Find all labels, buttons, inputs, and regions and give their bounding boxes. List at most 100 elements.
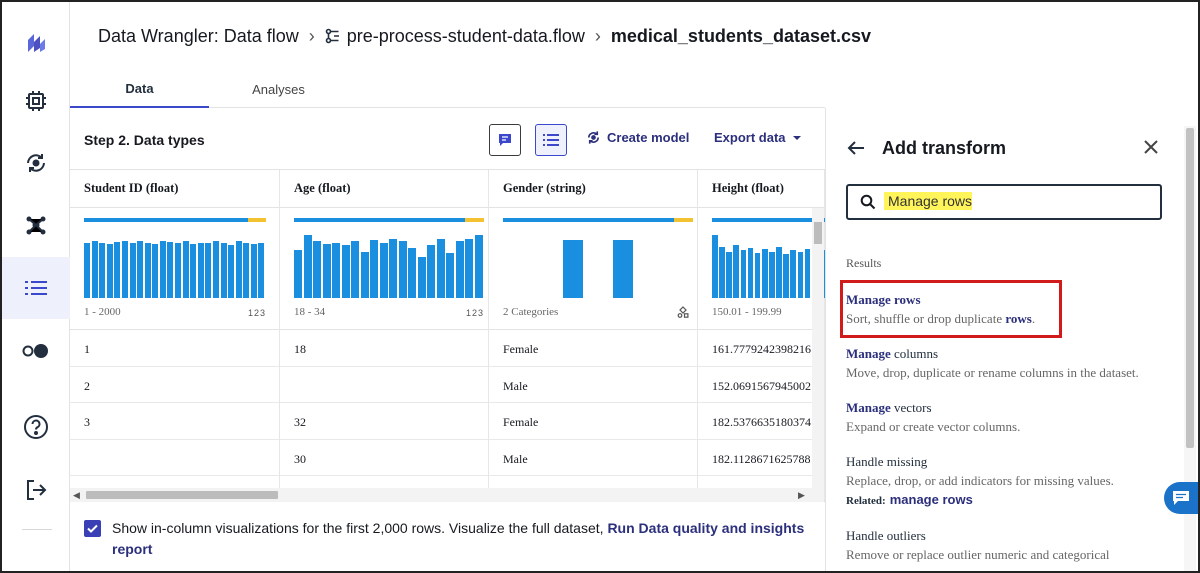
table-cell[interactable]: 30 xyxy=(280,440,488,476)
sign-out-icon[interactable] xyxy=(2,459,70,521)
compute-chip-icon[interactable] xyxy=(2,70,70,132)
histogram-bar[interactable] xyxy=(712,235,718,298)
transform-result-item[interactable]: Handle missing Replace, drop, or add indi… xyxy=(846,454,1176,507)
histogram-bar[interactable] xyxy=(427,245,435,298)
histogram-bar[interactable] xyxy=(152,243,159,298)
scroll-right-arrow-icon[interactable]: ▶ xyxy=(798,488,805,502)
histogram-bar[interactable] xyxy=(332,242,340,298)
histogram-bar[interactable] xyxy=(769,251,775,298)
histogram-bar[interactable] xyxy=(776,246,782,298)
column-header[interactable]: Age (float) xyxy=(280,170,488,208)
histogram-bar[interactable] xyxy=(235,241,242,298)
histogram-bar[interactable] xyxy=(258,243,265,298)
histogram-bar[interactable] xyxy=(175,242,182,298)
breadcrumb-app[interactable]: Data Wrangler: Data flow xyxy=(98,26,299,47)
histogram-bar[interactable] xyxy=(436,238,445,298)
histogram-bar[interactable] xyxy=(360,251,369,298)
table-cell[interactable]: 161.7779242398216 xyxy=(698,330,824,367)
histogram-bar[interactable] xyxy=(341,245,350,298)
sagemaker-logo-icon[interactable] xyxy=(2,12,70,74)
histogram-bar[interactable] xyxy=(197,242,204,298)
table-cell[interactable]: Female xyxy=(489,330,697,367)
table-cell[interactable]: Male xyxy=(489,440,697,476)
histogram-bar[interactable] xyxy=(205,243,212,298)
transform-result-item[interactable]: Manage columns Move, drop, duplicate or r… xyxy=(846,346,1176,381)
feedback-chat-button[interactable] xyxy=(1164,482,1198,514)
histogram-bar[interactable] xyxy=(228,244,235,298)
related-link[interactable]: manage rows xyxy=(890,492,973,507)
histogram-bar[interactable] xyxy=(121,241,128,298)
table-cell[interactable]: 3 xyxy=(70,403,279,440)
column-header[interactable]: Student ID (float) xyxy=(70,170,279,208)
graph-nodes-icon[interactable] xyxy=(2,194,70,256)
histogram-bar[interactable] xyxy=(99,242,106,298)
histogram-bar[interactable] xyxy=(379,242,388,298)
histogram-bar[interactable] xyxy=(114,241,121,298)
histogram-bar[interactable] xyxy=(408,247,416,298)
comment-view-button[interactable] xyxy=(489,124,521,156)
histogram-bar[interactable] xyxy=(740,250,747,298)
histogram-bar[interactable] xyxy=(563,240,583,298)
histogram-bar[interactable] xyxy=(212,240,219,298)
histogram-bar[interactable] xyxy=(106,243,113,298)
scrollbar-thumb[interactable] xyxy=(86,491,278,499)
histogram-bar[interactable] xyxy=(719,246,725,298)
histogram-bar[interactable] xyxy=(613,240,633,298)
transform-result-item[interactable]: Handle outliers Remove or replace outlier… xyxy=(846,528,1176,563)
histogram-bar[interactable] xyxy=(294,250,302,298)
histogram-bar[interactable] xyxy=(783,254,789,298)
histogram-bar[interactable] xyxy=(243,242,250,298)
histogram-bar[interactable] xyxy=(474,234,483,298)
table-cell[interactable]: 152.0691567945002 xyxy=(698,367,824,403)
table-cell[interactable] xyxy=(70,440,279,476)
histogram-bar[interactable] xyxy=(137,241,144,298)
scrollbar-thumb[interactable] xyxy=(1186,128,1194,448)
tab-analyses[interactable]: Analyses xyxy=(209,70,348,108)
table-cell[interactable] xyxy=(280,367,488,403)
histogram-bar[interactable] xyxy=(351,241,359,298)
histogram-bar[interactable] xyxy=(370,239,378,298)
table-cell[interactable]: Female xyxy=(489,403,697,440)
histogram-bar[interactable] xyxy=(250,243,257,298)
histogram-bar[interactable] xyxy=(417,257,426,298)
histogram-bar[interactable] xyxy=(754,253,761,298)
histogram-bar[interactable] xyxy=(159,240,166,298)
close-icon[interactable] xyxy=(1142,138,1160,161)
table-cell[interactable]: 18 xyxy=(280,330,488,367)
histogram-bar[interactable] xyxy=(446,253,454,298)
histogram-bar[interactable] xyxy=(144,242,151,298)
table-cell[interactable]: Male xyxy=(489,367,697,403)
breadcrumb-flow[interactable]: pre-process-student-data.flow xyxy=(347,26,585,47)
histogram-bar[interactable] xyxy=(190,243,197,298)
list-view-button[interactable] xyxy=(535,124,567,156)
table-horizontal-scrollbar[interactable]: ◀ ▶ xyxy=(70,488,812,502)
tab-data[interactable]: Data xyxy=(70,70,209,108)
histogram-bar[interactable] xyxy=(747,247,754,298)
histogram-bar[interactable] xyxy=(398,241,407,298)
histogram-bar[interactable] xyxy=(804,248,811,298)
scroll-left-arrow-icon[interactable]: ◀ xyxy=(73,488,80,502)
histogram-bar[interactable] xyxy=(455,241,464,298)
column-header[interactable]: Gender (string) xyxy=(489,170,697,208)
toggle-circles-icon[interactable] xyxy=(2,320,70,382)
running-sync-icon[interactable] xyxy=(2,132,70,194)
histogram-bar[interactable] xyxy=(220,242,227,298)
histogram-bar[interactable] xyxy=(303,235,312,298)
histogram-bar[interactable] xyxy=(167,241,174,298)
create-model-button[interactable]: Create model xyxy=(586,130,689,145)
histogram-bar[interactable] xyxy=(322,243,331,298)
transform-search-input[interactable]: Manage rows xyxy=(846,184,1162,220)
histogram-bar[interactable] xyxy=(726,251,732,298)
table-cell[interactable]: 2 xyxy=(70,367,279,403)
back-arrow-icon[interactable] xyxy=(846,138,866,163)
table-cell[interactable]: 1 xyxy=(70,330,279,367)
histogram-bar[interactable] xyxy=(790,250,796,298)
histogram-bar[interactable] xyxy=(182,241,189,298)
histogram-bar[interactable] xyxy=(733,245,739,298)
list-view-icon[interactable] xyxy=(2,257,70,319)
histogram-bar[interactable] xyxy=(465,238,473,298)
table-cell[interactable]: 182.5376635180374 xyxy=(698,403,824,440)
transform-result-item[interactable]: Manage vectors Expand or create vector co… xyxy=(846,400,1176,435)
histogram-bar[interactable] xyxy=(797,251,804,298)
histogram-bar[interactable] xyxy=(91,241,98,298)
